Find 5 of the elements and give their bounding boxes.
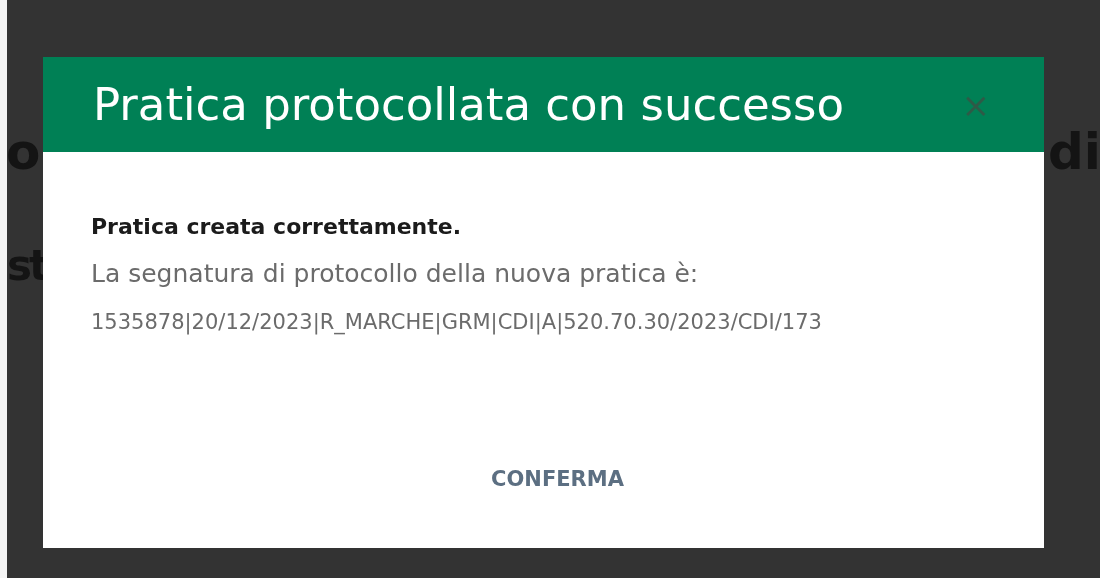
dialog-title: Pratica protocollata con successo	[93, 77, 844, 132]
confirm-button[interactable]: CONFERMA	[475, 460, 640, 498]
protocol-message: La segnatura di protocollo della nuova pratica è:	[91, 258, 700, 290]
protocol-signature: 1535878|20/12/2023|R_MARCHE|GRM|CDI|A|520.70.30/2023/CDI/173	[91, 309, 823, 336]
success-heading: Pratica creata correttamente.	[91, 213, 463, 241]
